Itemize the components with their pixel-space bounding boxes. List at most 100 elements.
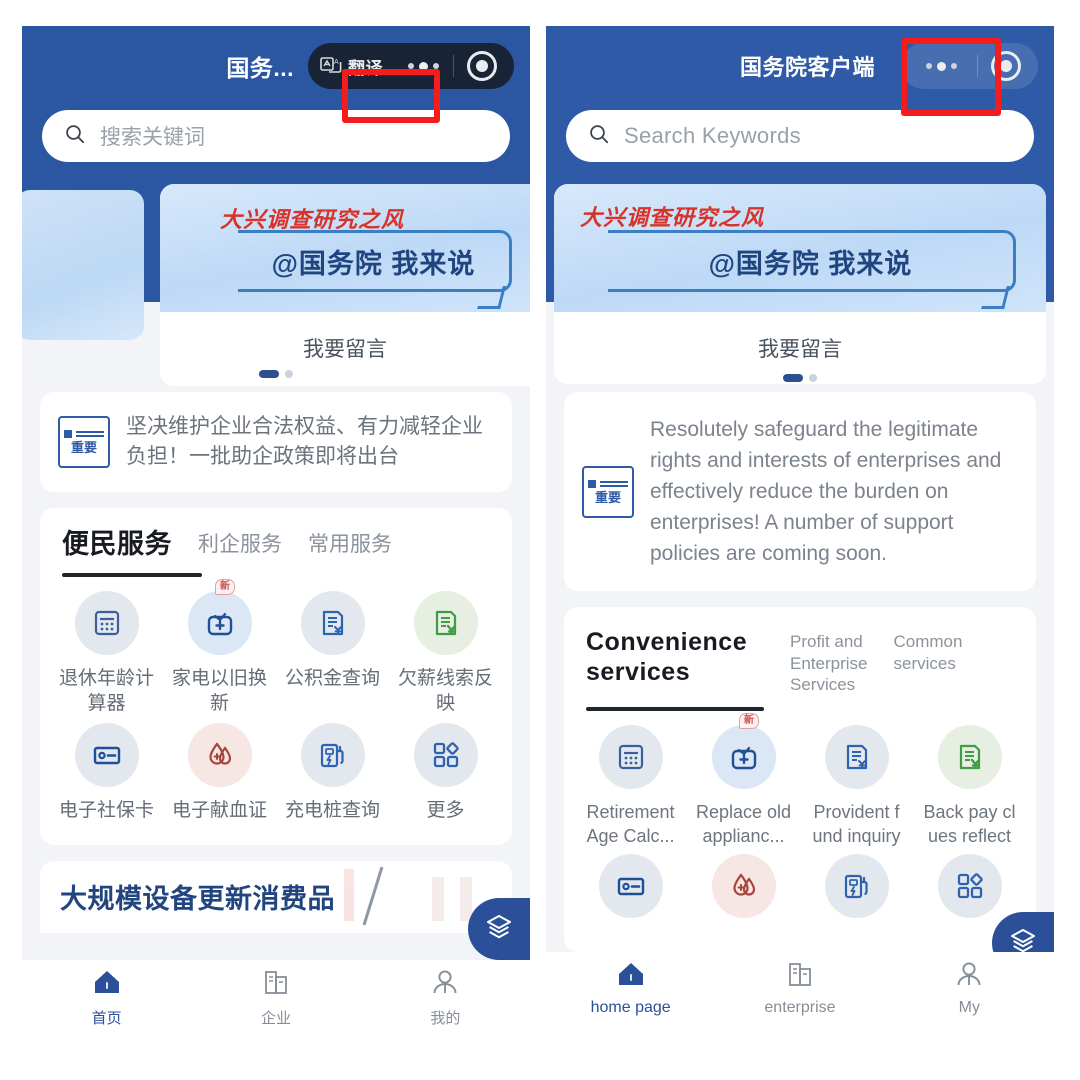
banner-bubble-text: @国务院 我来说 <box>271 248 476 279</box>
important-badge: 重要 <box>58 415 110 468</box>
carousel-dots[interactable] <box>22 370 530 378</box>
search-input[interactable]: 搜索关键词 <box>42 110 510 162</box>
services-card: Convenience services Profit and Enterpri… <box>564 607 1036 952</box>
service-icon-grid: 退休年龄计算器 新 家电以旧换新 公积金查询 欠薪线索反映 电子社保卡 电子献血… <box>40 577 512 829</box>
blood-drop-icon <box>711 853 776 918</box>
tab-label: 首页 <box>91 1010 122 1027</box>
service-item-social-security-card[interactable]: 电子社保卡 <box>50 722 163 824</box>
campaign-teaser-card[interactable]: 大规模设备更新消费品 <box>40 861 512 934</box>
banner-active-slide[interactable]: 大兴调查研究之风 @国务院 我来说 我要留言 <box>160 184 530 386</box>
translate-button[interactable]: A 翻译 <box>312 43 393 89</box>
tab-home[interactable]: home page <box>546 960 715 1017</box>
service-item-blood-donation[interactable]: 电子献血证 <box>163 722 276 824</box>
important-notice-card[interactable]: 重要 Resolutely safeguard the legitimate r… <box>564 392 1036 592</box>
carousel-dot-active[interactable] <box>259 370 279 378</box>
service-item-provident-fund[interactable]: Provident f und inquiry <box>800 725 913 848</box>
page-title: 国务院客户端 <box>739 55 875 80</box>
close-mini-program-button[interactable] <box>454 43 510 89</box>
tab-my[interactable]: My <box>885 960 1054 1017</box>
more-menu-button[interactable] <box>393 43 453 89</box>
tab-enterprise[interactable]: enterprise <box>715 960 884 1017</box>
search-placeholder: Search Keywords <box>624 123 801 148</box>
page-body: 重要 坚决维护企业合法权益、有力减轻企业负担！一批助企政策即将出台 便民服务 利… <box>22 392 530 934</box>
service-item-charging-station[interactable]: 充电桩查询 <box>276 722 389 824</box>
document-yuan-icon <box>300 591 365 656</box>
service-label: 电子献血证 <box>171 799 267 821</box>
service-label: 电子社保卡 <box>58 799 154 821</box>
tab-convenience-services[interactable]: Convenience services <box>586 627 764 687</box>
carousel-dot[interactable] <box>809 374 817 382</box>
badge-word: 重要 <box>594 489 621 505</box>
screenshot-stage: 国务... A 翻译 搜索关键词 大兴调查研究之风 @国务院 我来说 我要留言 … <box>0 0 1080 1080</box>
service-item-wage-arrears[interactable]: Back pay cl ues reflect <box>913 725 1026 848</box>
app-header: 国务... A 翻译 搜索关键词 <box>22 26 530 180</box>
tab-enterprise-services[interactable]: Profit and Enterprise Services <box>790 627 867 695</box>
tab-enterprise-services[interactable]: 利企服务 <box>198 528 282 558</box>
mini-program-capsule <box>901 43 1038 89</box>
target-circle-icon <box>991 51 1021 81</box>
carousel-dot[interactable] <box>285 370 293 378</box>
service-item-blood-donation[interactable] <box>687 853 800 930</box>
document-yuan-icon <box>824 725 889 790</box>
tab-my[interactable]: 我的 <box>361 968 530 1028</box>
close-mini-program-button[interactable] <box>978 43 1034 89</box>
search-input[interactable]: Search Keywords <box>566 110 1034 162</box>
banner-carousel[interactable]: 大兴调查研究之风 @国务院 我来说 我要留言 <box>22 180 530 392</box>
banner-artwork: 大兴调查研究之风 @国务院 我来说 <box>160 184 530 312</box>
target-circle-icon <box>467 51 497 81</box>
banner-headline: 大兴调查研究之风 <box>580 205 765 230</box>
service-item-appliance-trade-in[interactable]: 新 家电以旧换新 <box>163 579 276 716</box>
carousel-dot-active[interactable] <box>783 374 803 382</box>
search-area: 搜索关键词 <box>22 106 530 162</box>
services-card: 便民服务 利企服务 常用服务 退休年龄计算器 新 家电以旧换新 公积金查询 欠薪… <box>40 507 512 846</box>
tv-appliance-icon <box>187 591 252 656</box>
more-menu-button[interactable] <box>905 43 977 89</box>
carousel-dots[interactable] <box>546 374 1054 382</box>
tab-label: 企业 <box>260 1010 291 1027</box>
service-item-social-security-card[interactable] <box>574 853 687 930</box>
translate-icon: A <box>320 56 342 76</box>
leave-message-label: 我要留言 <box>758 338 842 361</box>
page-body: 重要 Resolutely safeguard the legitimate r… <box>546 392 1054 952</box>
banner-speech-bubble: @国务院 我来说 <box>608 230 1016 292</box>
service-item-retirement-calculator[interactable]: 退休年龄计算器 <box>50 591 163 716</box>
more-dots-icon <box>925 61 957 71</box>
home-icon <box>616 960 646 993</box>
banner-active-slide[interactable]: 大兴调查研究之风 @国务院 我来说 我要留言 <box>554 184 1046 384</box>
banner-carousel[interactable]: 大兴调查研究之风 @国务院 我来说 我要留言 <box>546 180 1054 392</box>
translate-label: 翻译 <box>348 58 383 78</box>
social-security-card-icon <box>74 722 139 787</box>
tab-home[interactable]: 首页 <box>22 968 191 1028</box>
charging-station-icon <box>824 853 889 918</box>
service-label: Provident f und inquiry <box>812 802 901 846</box>
floating-layers-button[interactable] <box>468 898 530 960</box>
service-label: Replace old applianc... <box>695 802 792 846</box>
tab-label: enterprise <box>764 999 836 1016</box>
tab-label: My <box>958 999 980 1016</box>
social-security-card-icon <box>598 853 663 918</box>
important-notice-card[interactable]: 重要 坚决维护企业合法权益、有力减轻企业负担！一批助企政策即将出台 <box>40 392 512 492</box>
service-item-appliance-trade-in[interactable]: 新 Replace old applianc... <box>687 713 800 848</box>
layers-icon <box>485 913 513 946</box>
bottom-tab-bar: 首页 企业 我的 <box>22 960 530 1052</box>
document-yuan-green-icon <box>413 591 478 656</box>
banner-peek-slide[interactable] <box>22 190 144 340</box>
banner-bubble-text: @国务院 我来说 <box>708 248 913 279</box>
mini-program-capsule: A 翻译 <box>308 43 514 89</box>
grid-more-icon <box>413 722 478 787</box>
service-item-provident-fund[interactable]: 公积金查询 <box>276 591 389 716</box>
tab-convenience-services[interactable]: 便民服务 <box>62 528 172 562</box>
service-item-more[interactable]: 更多 <box>389 722 502 824</box>
tab-common-services[interactable]: 常用服务 <box>308 528 392 558</box>
tab-common-services[interactable]: Common services <box>893 627 962 674</box>
svg-text:A: A <box>334 59 339 66</box>
more-dots-icon <box>407 61 439 71</box>
service-item-charging-station[interactable] <box>800 853 913 930</box>
page-title: 国务... <box>226 55 294 81</box>
tab-enterprise[interactable]: 企业 <box>191 968 360 1028</box>
new-badge: 新 <box>739 713 759 730</box>
service-item-wage-arrears[interactable]: 欠薪线索反映 <box>389 591 502 716</box>
new-badge: 新 <box>215 579 235 596</box>
service-item-retirement-calculator[interactable]: Retirement Age Calc... <box>574 725 687 848</box>
service-label: Back pay cl ues reflect <box>923 802 1016 846</box>
